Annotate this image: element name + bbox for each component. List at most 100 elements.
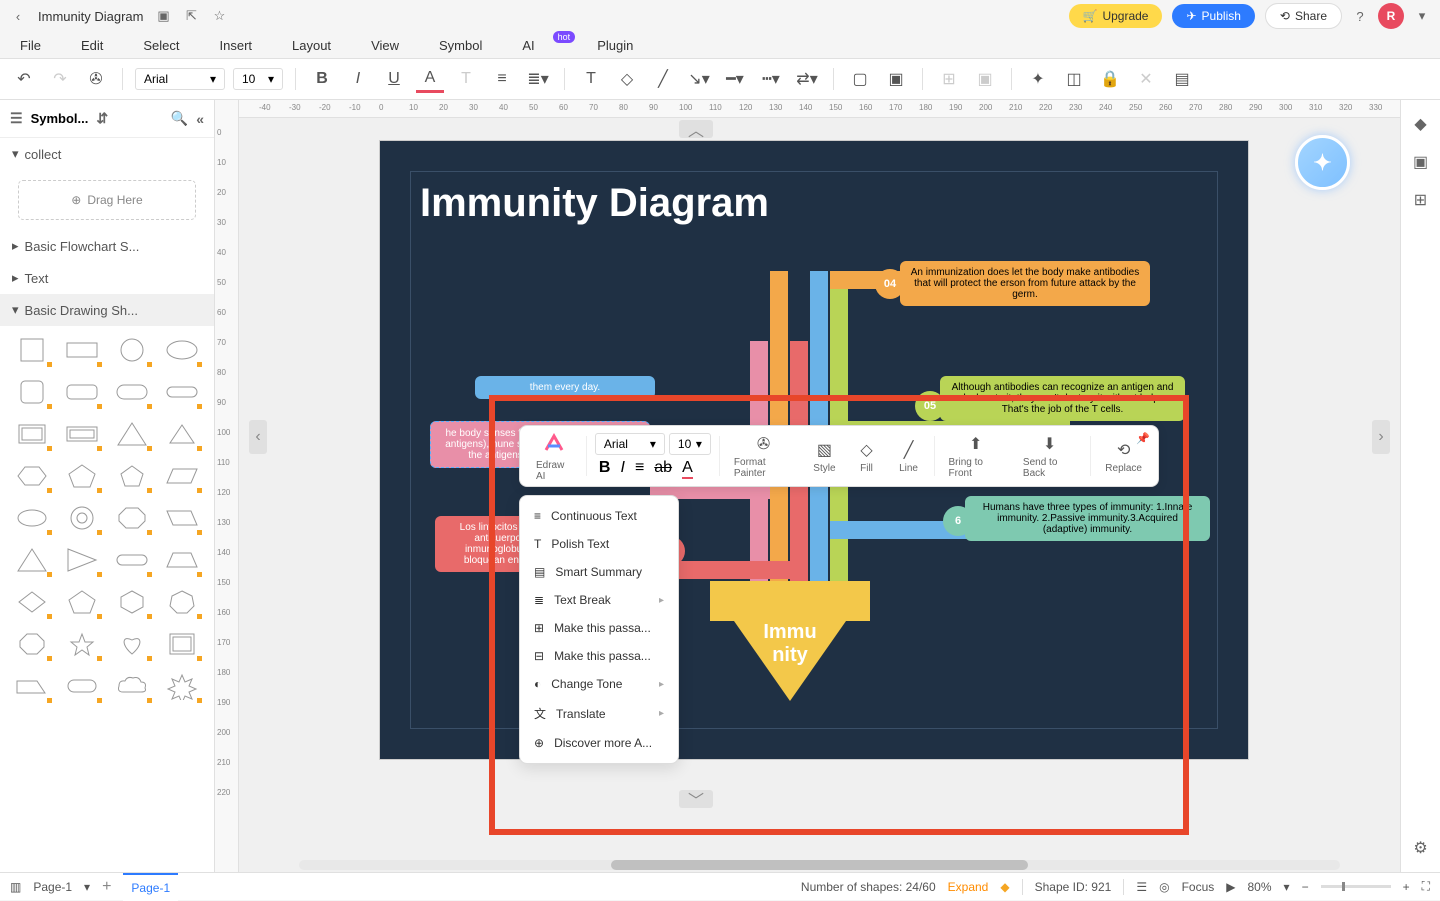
layers-icon[interactable]: ▤ (1168, 65, 1196, 93)
shape-stadium[interactable] (110, 542, 154, 578)
shape-burst[interactable] (160, 668, 204, 704)
page-next-icon[interactable]: ﹀ (679, 790, 713, 808)
image-icon[interactable]: ▣ (1411, 152, 1431, 172)
ctx-line[interactable]: ╱Line (892, 439, 926, 474)
shape-hept[interactable] (160, 584, 204, 620)
back-icon[interactable]: ‹ (10, 8, 26, 24)
layers-status-icon[interactable]: ☰ (1136, 880, 1147, 894)
callout-04[interactable]: An immunization does let the body make a… (900, 261, 1150, 306)
grid-icon[interactable]: ⊞ (1411, 190, 1431, 210)
zoom-slider[interactable] (1321, 885, 1391, 888)
shape-circle[interactable] (110, 332, 154, 368)
ctx-color-icon[interactable]: A (682, 459, 693, 479)
menu-layout[interactable]: Layout (292, 38, 331, 53)
text-format-icon[interactable]: T (452, 65, 480, 93)
callout-05[interactable]: Although antibodies can recognize an ant… (940, 376, 1185, 421)
ai-passa1[interactable]: ⊞Make this passa... (520, 614, 678, 642)
shape-para[interactable] (160, 458, 204, 494)
shape-dblrect[interactable] (10, 416, 54, 452)
redo-icon[interactable]: ↷ (46, 65, 74, 93)
shape-tri[interactable] (110, 416, 154, 452)
ctx-format-painter[interactable]: ✇Format Painter (728, 433, 799, 479)
align-obj-icon[interactable]: ⊞ (935, 65, 963, 93)
page-tab[interactable]: Page-1 (123, 873, 178, 901)
menu-view[interactable]: View (371, 38, 399, 53)
section-text[interactable]: ▸ Text (0, 262, 214, 294)
section-flowchart[interactable]: ▸ Basic Flowchart S... (0, 230, 214, 262)
zoom-dropdown-icon[interactable]: ▾ (1284, 880, 1290, 894)
menu-symbol[interactable]: Symbol (439, 38, 482, 53)
settings-icon[interactable]: ⚙ (1411, 838, 1431, 858)
ctx-bold-icon[interactable]: B (599, 459, 611, 479)
shape-tri3[interactable] (10, 542, 54, 578)
size-select[interactable]: 10▾ (233, 68, 283, 90)
undo-icon[interactable]: ↶ (10, 65, 38, 93)
line-weight-icon[interactable]: ━▾ (721, 65, 749, 93)
menu-plugin[interactable]: Plugin (597, 38, 633, 53)
fill-icon[interactable]: ◇ (613, 65, 641, 93)
section-drawing[interactable]: ▾ Basic Drawing Sh... (0, 294, 214, 326)
shape-roundsq[interactable] (10, 374, 54, 410)
drag-here[interactable]: ⊕ Drag Here (18, 180, 196, 220)
align-left-icon[interactable]: ≡ (488, 65, 516, 93)
bold-icon[interactable]: B (308, 65, 336, 93)
shape-pent2[interactable] (110, 458, 154, 494)
connector-icon[interactable]: ↘▾ (685, 65, 713, 93)
line-style-icon[interactable]: ┅▾ (757, 65, 785, 93)
publish-button[interactable]: ✈ Publish (1172, 4, 1254, 28)
ai-translate[interactable]: 文Translate▸ (520, 698, 678, 729)
line-icon[interactable]: ╱ (649, 65, 677, 93)
zoom-out-icon[interactable]: − (1302, 880, 1309, 894)
diagram-title[interactable]: Immunity Diagram (420, 181, 769, 226)
focus-icon[interactable]: ◎ (1159, 880, 1169, 894)
avatar-chevron-icon[interactable]: ▾ (1414, 8, 1430, 24)
page-right-icon[interactable]: › (1372, 420, 1390, 454)
add-page-icon[interactable]: + (102, 878, 111, 896)
page-left-icon[interactable]: ‹ (249, 420, 267, 454)
ai-discover[interactable]: ⊕Discover more A... (520, 729, 678, 757)
shape-donut[interactable] (60, 500, 104, 536)
align-vert-icon[interactable]: ≣▾ (524, 65, 552, 93)
shape-hex[interactable] (10, 458, 54, 494)
shape-roundrect2[interactable] (110, 374, 154, 410)
underline-icon[interactable]: U (380, 65, 408, 93)
collapse-icon[interactable]: « (196, 111, 204, 127)
upgrade-button[interactable]: 🛒 Upgrade (1069, 4, 1163, 28)
ctx-font-select[interactable]: Arial▾ (595, 433, 665, 455)
page-icon[interactable]: ▢ (846, 65, 874, 93)
shape-roundrect[interactable] (60, 374, 104, 410)
paint-icon[interactable]: ◆ (1411, 114, 1431, 134)
shape-trap2[interactable] (10, 668, 54, 704)
ctx-send-back[interactable]: ⬇Send to Back (1017, 433, 1082, 479)
shape-square[interactable] (10, 332, 54, 368)
expand-lib-icon[interactable]: ⇵ (96, 110, 108, 127)
search-icon[interactable]: 🔍 (171, 110, 188, 127)
shape-hex2[interactable] (110, 584, 154, 620)
group-icon[interactable]: ▣ (971, 65, 999, 93)
callout-06[interactable]: Humans have three types of immunity: 1.I… (965, 496, 1210, 541)
shape-pill[interactable] (160, 374, 204, 410)
pages-icon[interactable]: ▣ (882, 65, 910, 93)
ai-polish[interactable]: TPolish Text (520, 530, 678, 558)
shape-pent3[interactable] (60, 584, 104, 620)
zoom-in-icon[interactable]: + (1403, 880, 1410, 894)
font-color-icon[interactable]: A (416, 65, 444, 93)
effects-icon[interactable]: ✦ (1024, 65, 1052, 93)
ctx-style[interactable]: ▧Style (807, 439, 841, 474)
export-icon[interactable]: ⇱ (183, 8, 199, 24)
ai-tone[interactable]: ◐Change Tone▸ (520, 670, 678, 698)
shape-callout[interactable] (60, 668, 104, 704)
format-painter-icon[interactable]: ✇ (82, 65, 110, 93)
shape-diamond[interactable] (10, 584, 54, 620)
menu-file[interactable]: File (20, 38, 41, 53)
page-current[interactable]: Page-1 (33, 880, 72, 894)
page-dropdown-icon[interactable]: ▾ (84, 880, 90, 894)
shape-pent[interactable] (60, 458, 104, 494)
shape-dblrect2[interactable] (60, 416, 104, 452)
font-select[interactable]: Arial▾ (135, 68, 225, 90)
ctx-fill[interactable]: ◇Fill (850, 439, 884, 474)
ai-badge-icon[interactable]: ✦ (1295, 135, 1350, 190)
expand-link[interactable]: Expand (948, 880, 989, 894)
canvas-area[interactable]: -40-30-20-100102030405060708090100110120… (239, 100, 1400, 872)
shape-para2[interactable] (160, 500, 204, 536)
